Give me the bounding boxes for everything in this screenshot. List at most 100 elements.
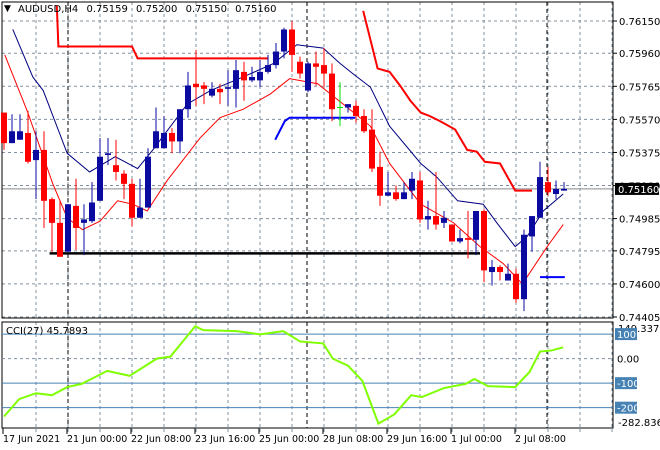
- cci-level-label: 0.00: [617, 355, 639, 366]
- candle-body: [489, 266, 495, 273]
- candle-body: [161, 132, 167, 149]
- candle-body: [537, 177, 543, 218]
- price-label: 0.74405: [619, 313, 660, 324]
- time-label: 29 Jun 16:00: [387, 434, 447, 445]
- candle-body: [289, 29, 295, 55]
- candle-body: [121, 173, 127, 184]
- fast-moving-average: [12, 29, 564, 248]
- time-label: 28 Jun 08:00: [323, 434, 383, 445]
- candle: [153, 107, 159, 149]
- price-label: 0.75375: [619, 148, 660, 159]
- candle: [185, 71, 191, 118]
- candle-body: [209, 88, 215, 96]
- candle: [561, 182, 567, 191]
- candle: [273, 43, 279, 69]
- candle-body: [257, 71, 263, 81]
- candle-body: [193, 83, 199, 88]
- candle-body: [529, 216, 535, 237]
- candle: [297, 56, 303, 79]
- candle: [105, 138, 111, 166]
- candle: [121, 170, 127, 200]
- candle-body: [345, 104, 351, 108]
- candle-body: [217, 88, 223, 93]
- candle: [321, 48, 327, 88]
- cci-value: 45.7893: [46, 326, 88, 337]
- lower-channel-line: [274, 116, 356, 141]
- candle-body: [401, 192, 407, 200]
- candle-body: [145, 156, 151, 208]
- price-axis: 0.76150 0.75960 0.75765 0.75570 0.75375 0.751…: [613, 17, 660, 429]
- candle-body: [57, 222, 63, 257]
- candle: [313, 51, 319, 86]
- candle: [97, 138, 103, 201]
- candle: [497, 265, 503, 281]
- price-label: 0.75765: [619, 82, 660, 93]
- time-label: 23 Jun 16:00: [195, 434, 255, 445]
- candle-body: [81, 219, 87, 223]
- cci-min-label: -282.8367: [618, 418, 660, 429]
- candle-body: [417, 180, 423, 220]
- candle-body: [377, 166, 383, 196]
- candle: [361, 109, 367, 133]
- candle: [489, 260, 495, 286]
- candle: [113, 139, 119, 181]
- candle-body: [153, 131, 159, 149]
- candle: [385, 171, 391, 196]
- price-label: 0.74985: [619, 215, 660, 226]
- cci-level-label: -200: [617, 404, 640, 415]
- candle: [305, 61, 311, 93]
- candle: [529, 216, 535, 252]
- candle: [329, 63, 335, 122]
- candle-body: [481, 210, 487, 271]
- dropdown-arrow-icon[interactable]: ▼: [4, 4, 11, 14]
- open-value: 0.75159: [86, 4, 128, 15]
- candle: [89, 182, 95, 223]
- candle-body: [329, 73, 335, 110]
- candle: [377, 151, 383, 206]
- candle: [177, 109, 183, 154]
- candle: [65, 204, 71, 252]
- candle: [217, 83, 223, 105]
- candle-body: [89, 202, 95, 222]
- candle-body: [305, 63, 311, 91]
- candle: [521, 229, 527, 312]
- candle-body: [433, 216, 439, 225]
- time-label: 21 Jun 00:00: [67, 434, 127, 445]
- upper-channel-line: [362, 10, 532, 192]
- candle: [457, 229, 463, 244]
- candle-body: [441, 217, 447, 223]
- candle-body: [33, 149, 39, 161]
- candle-body: [25, 132, 31, 162]
- candle-body: [281, 29, 287, 52]
- price-chart[interactable]: 0.76150 0.75960 0.75765 0.75570 0.75375 0.751…: [0, 0, 660, 450]
- cci-level-label: 100: [617, 330, 636, 341]
- indicator-lines: [3, 5, 565, 426]
- candle-body: [473, 210, 479, 240]
- time-label: 2 Jul 08:00: [515, 434, 566, 445]
- candle: [473, 210, 479, 256]
- candle: [9, 114, 15, 144]
- price-label: 0.74795: [619, 247, 660, 258]
- candle-body: [425, 216, 431, 220]
- time-axis: 17 Jun 2021 21 Jun 00:00 22 Jun 08:00 23 Ju…: [2, 428, 613, 445]
- candle: [537, 161, 543, 218]
- candle-body: [513, 273, 519, 300]
- candle-body: [137, 207, 143, 218]
- candle: [289, 21, 295, 72]
- candle: [393, 185, 399, 201]
- candle-body: [177, 109, 183, 142]
- cci-name: CCI(27): [6, 326, 44, 337]
- candle-body: [465, 238, 471, 240]
- candle-body: [169, 132, 175, 142]
- candle: [433, 171, 439, 230]
- candle: [257, 60, 263, 88]
- cci-line: [3, 325, 564, 426]
- candle: [545, 166, 551, 196]
- candle-body: [113, 165, 119, 172]
- chart-window: 0.76150 0.75960 0.75765 0.75570 0.75375 0.751…: [0, 0, 660, 450]
- candle: [129, 178, 135, 227]
- candle-body: [321, 65, 327, 74]
- candle-body: [129, 183, 135, 218]
- candle-body: [505, 273, 511, 281]
- candle-body: [9, 131, 15, 144]
